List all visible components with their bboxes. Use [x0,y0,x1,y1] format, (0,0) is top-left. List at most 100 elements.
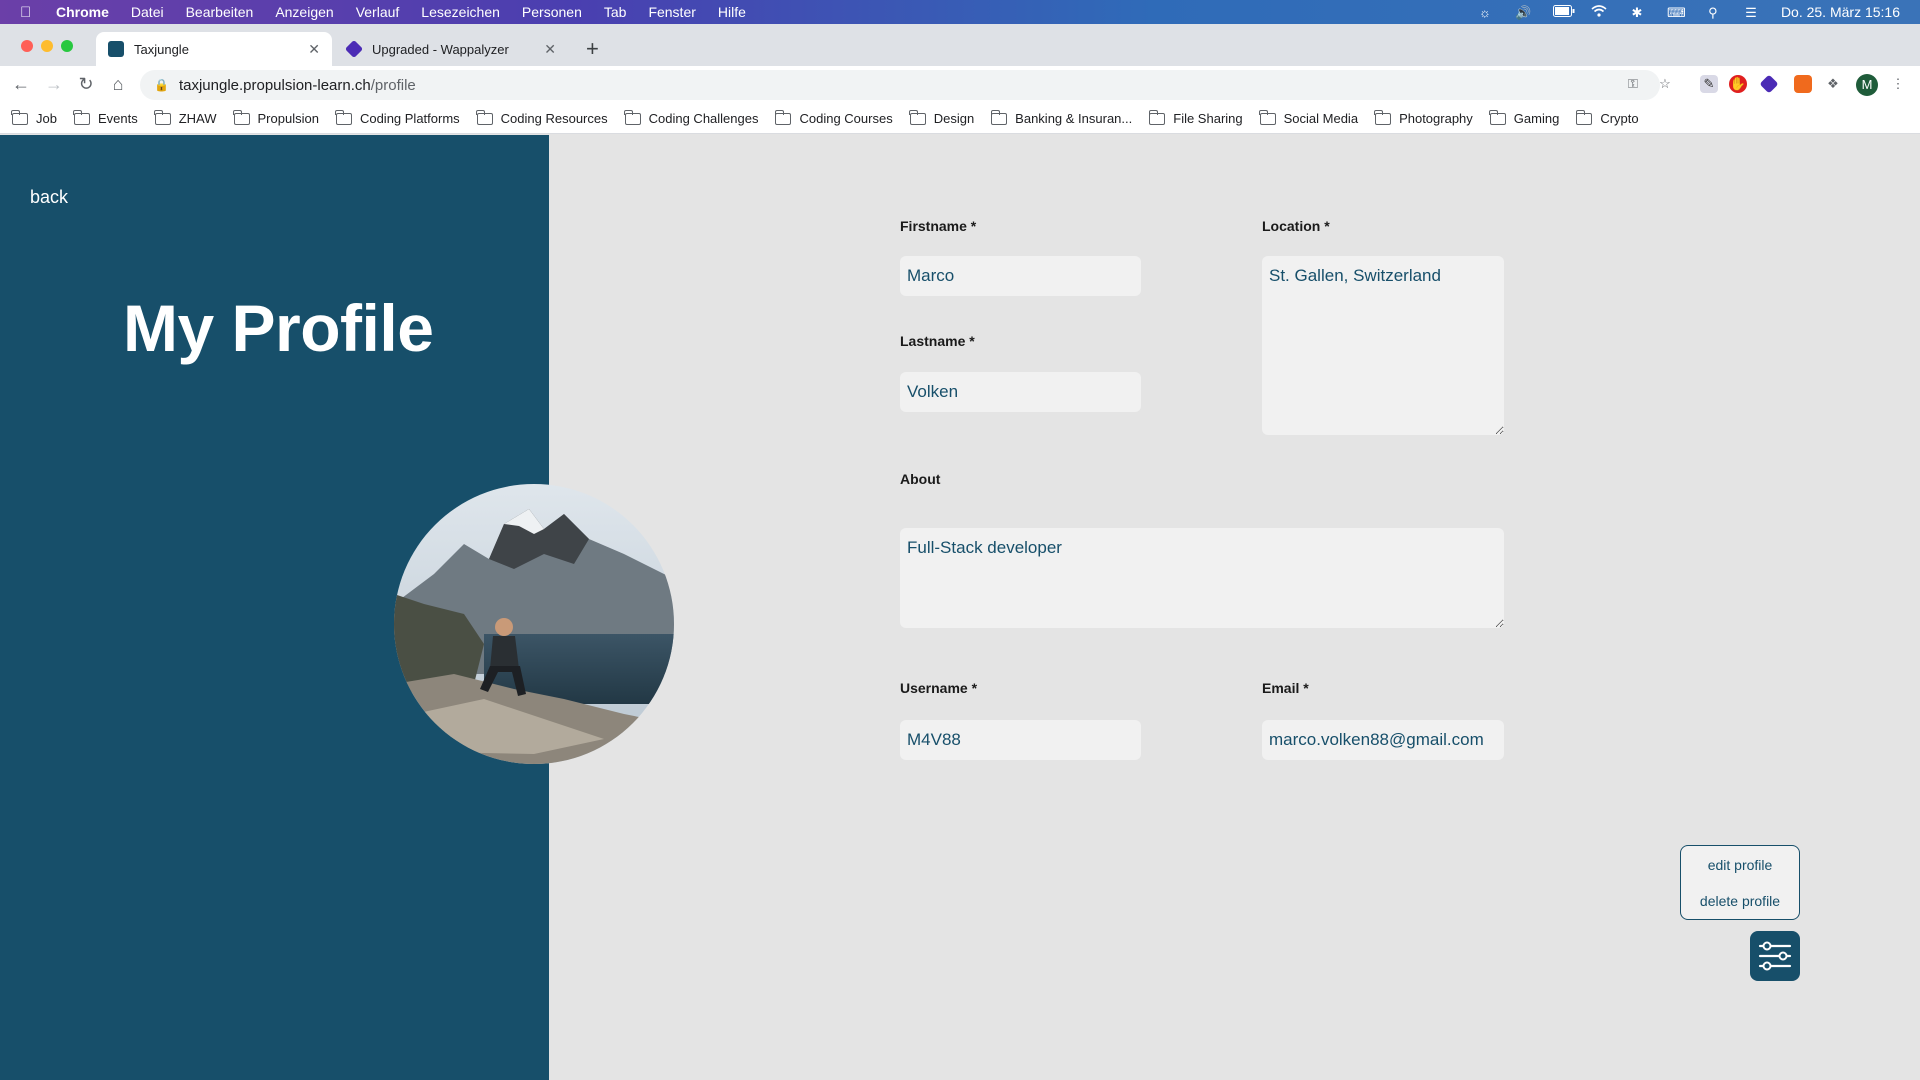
wappalyzer-extension-icon[interactable] [1759,74,1779,94]
macos-menubar:  Chrome Datei Bearbeiten Anzeigen Verla… [0,0,1920,24]
chrome-menu-icon[interactable]: ⋮ [1889,75,1907,93]
battery-icon[interactable] [1552,5,1575,19]
extensions-puzzle-icon[interactable]: ❖ [1824,75,1842,93]
bookmark-label: ZHAW [178,111,217,126]
taxjungle-favicon-icon [108,41,124,57]
menu-hilfe[interactable]: Hilfe [718,4,746,20]
folder-icon [990,109,1008,125]
bookmark-label: Coding Challenges [648,111,759,126]
bookmark-folder[interactable]: Coding Challenges [624,109,759,126]
home-icon[interactable]: ⌂ [107,74,129,95]
keyboard-icon[interactable]: ⌨ [1667,5,1686,20]
firstname-label: Firstname * [900,218,977,234]
menubar-clock[interactable]: Do. 25. März 15:16 [1781,4,1900,20]
bookmark-folder[interactable]: Propulsion [232,109,319,126]
brightness-icon[interactable]: ☼ [1477,5,1493,20]
menu-bearbeiten[interactable]: Bearbeiten [186,4,254,20]
bookmark-folder[interactable]: Job [11,109,57,126]
tab-wappalyzer[interactable]: Upgraded - Wappalyzer ✕ [334,32,568,66]
forward-arrow-icon[interactable]: → [43,74,65,95]
bookmark-label: Job [36,111,57,126]
sliders-icon [1758,941,1792,971]
location-label: Location * [1262,218,1330,234]
username-input[interactable] [900,720,1141,760]
folder-icon [476,109,493,125]
delete-profile-button[interactable]: delete profile [1681,893,1799,909]
edit-extension-icon[interactable]: ✎ [1700,75,1718,93]
bookmark-folder[interactable]: Design [909,109,974,126]
wifi-icon[interactable] [1591,5,1607,19]
about-label: About [900,471,941,487]
settings-toggle-button[interactable] [1750,931,1800,981]
folder-icon [624,109,641,125]
apple-menu-icon[interactable]:  [20,4,36,21]
folder-icon [909,109,926,125]
bookmark-label: Coding Platforms [359,111,460,126]
location-textarea[interactable]: St. Gallen, Switzerland [1262,256,1504,435]
off-extension-icon[interactable] [1794,75,1812,93]
menu-personen[interactable]: Personen [522,4,582,20]
bookmark-folder[interactable]: Coding Platforms [335,109,460,126]
menu-app-chrome[interactable]: Chrome [56,4,109,20]
url-path: /profile [370,76,416,94]
about-textarea[interactable]: Full-Stack developer [900,528,1504,628]
bookmark-folder[interactable]: File Sharing [1148,109,1243,126]
bluetooth-icon[interactable]: ✱ [1629,5,1645,20]
lock-icon[interactable]: 🔒 [154,78,169,92]
close-tab-icon[interactable]: ✕ [308,41,320,58]
profile-page: back My Profile Firstname * Marco Lastna… [0,135,1920,1080]
bookmark-label: Events [97,111,138,126]
menu-fenster[interactable]: Fenster [648,4,695,20]
profile-photo [394,484,674,764]
new-tab-icon[interactable]: + [586,36,599,62]
address-bar[interactable]: 🔒 taxjungle.propulsion-learn.ch /profile [140,70,1660,100]
menubar-status-area: ☼ 🔊 ✱ ⌨ ⚲ ☰ Do. 25. März 15:16 [1477,0,1900,24]
menu-datei[interactable]: Datei [131,4,164,20]
bookmark-label: Coding Courses [799,111,893,126]
browser-tabstrip: Taxjungle ✕ Upgraded - Wappalyzer ✕ + [0,24,1920,66]
page-title: My Profile [123,291,434,365]
bookmarks-bar: Job Events ZHAW Propulsion Coding Platfo… [0,104,1920,134]
close-window-icon[interactable] [21,40,33,52]
bookmark-folder[interactable]: Banking & Insuran... [990,109,1133,126]
menu-verlauf[interactable]: Verlauf [356,4,400,20]
email-label: Email * [1262,680,1309,696]
lastname-label: Lastname * [900,333,975,349]
bookmark-folder[interactable]: Social Media [1259,109,1358,126]
lastname-input[interactable] [900,372,1141,412]
menu-lesezeichen[interactable]: Lesezeichen [421,4,500,20]
menu-anzeigen[interactable]: Anzeigen [275,4,333,20]
bookmark-folder[interactable]: ZHAW [154,109,217,126]
folder-icon [1489,109,1506,125]
email-input[interactable] [1262,720,1504,760]
folder-icon [1148,109,1166,125]
bookmark-folder[interactable]: Gaming [1489,109,1559,126]
bookmark-folder[interactable]: Photography [1374,109,1473,126]
bookmark-label: Banking & Insuran... [1015,111,1133,126]
adblock-extension-icon[interactable]: ✋ [1729,75,1747,93]
menu-tab[interactable]: Tab [604,4,627,20]
back-arrow-icon[interactable]: ← [10,74,32,95]
tab-title: Upgraded - Wappalyzer [372,41,509,57]
bookmark-star-icon[interactable]: ☆ [1656,75,1674,93]
close-tab-icon[interactable]: ✕ [544,41,556,58]
volume-icon[interactable]: 🔊 [1515,5,1531,20]
folder-icon [73,109,90,125]
bookmark-folder[interactable]: Coding Courses [774,109,893,126]
back-link[interactable]: back [30,187,68,208]
folder-icon [1575,109,1593,125]
tab-taxjungle[interactable]: Taxjungle ✕ [96,32,332,66]
firstname-input[interactable] [900,256,1141,296]
folder-icon [1374,109,1392,125]
bookmark-folder[interactable]: Events [73,109,138,126]
profile-avatar[interactable]: M [1856,74,1878,96]
control-center-icon[interactable]: ☰ [1743,5,1759,20]
maximize-window-icon[interactable] [61,40,73,52]
minimize-window-icon[interactable] [41,40,53,52]
reload-icon[interactable]: ↻ [75,74,97,95]
password-key-icon[interactable]: ⚿ [1624,75,1642,93]
bookmark-folder[interactable]: Coding Resources [476,109,608,126]
bookmark-folder[interactable]: Crypto [1575,109,1639,126]
edit-profile-button[interactable]: edit profile [1681,857,1799,873]
spotlight-search-icon[interactable]: ⚲ [1705,5,1721,20]
